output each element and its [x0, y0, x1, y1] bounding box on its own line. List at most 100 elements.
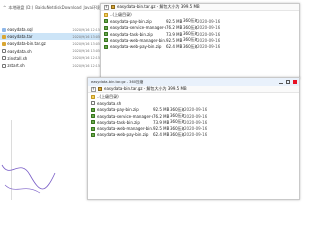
- file-name: zstart.sh: [7, 63, 25, 69]
- file-modified: 2020-09-16: [184, 107, 208, 113]
- list-item[interactable]: easydata.sh 2020/9/16 13:05: [0, 48, 100, 55]
- file-name: ..(上级目录): [110, 12, 132, 18]
- arrow-up-icon[interactable]: ↑: [91, 86, 96, 92]
- file-date: 2020/9/16 13:05: [72, 34, 100, 39]
- list-item[interactable]: easydata-bin.tar.gz 2020/9/16 13:05: [0, 40, 100, 47]
- folder-icon: [104, 13, 108, 18]
- breadcrumb-subfolder[interactable]: Java环境: [84, 5, 100, 11]
- list-item[interactable]: zstart.sh 2020/9/16 12:15: [0, 62, 100, 69]
- zip-file-icon: [91, 132, 95, 137]
- script-file-icon: [2, 56, 6, 61]
- file-type: 360压缩 ZIP: [170, 119, 184, 125]
- file-icon: [2, 27, 6, 32]
- zip-file-icon: [91, 120, 95, 125]
- file-modified: 2020-09-16: [197, 44, 221, 50]
- file-date: 2020/9/16 13:05: [72, 41, 100, 46]
- file-modified: 2020-09-16: [184, 126, 208, 132]
- script-file-icon: [2, 49, 6, 54]
- file-name: easydata.sql: [7, 27, 33, 33]
- minimize-icon[interactable]: [279, 80, 283, 84]
- file-size: 62.4 MB: [153, 132, 170, 138]
- file-modified: 2020-09-16: [197, 37, 221, 43]
- breadcrumb[interactable]: ^ 本地磁盘 (D:) BaiduNetdiskDownload Java环境: [0, 4, 100, 11]
- archive-icon: [2, 34, 6, 39]
- archive-window-back[interactable]: ↑ easydata-bin.tar.gz - 解包大小为 399.5 MB .…: [100, 3, 300, 79]
- file-name: easydata-web-pay-bin.zip: [97, 132, 149, 138]
- zip-file-icon: [91, 107, 95, 112]
- zip-file-icon: [104, 19, 108, 24]
- list-item[interactable]: easydata-web-pay-bin.zip 62.4 MB 360压缩 Z…: [88, 132, 299, 138]
- archive-icon: [2, 41, 6, 46]
- file-date: 2020/9/16 12:15: [72, 56, 100, 61]
- archive-icon: [111, 5, 115, 9]
- file-size: 73.9 MB: [153, 119, 170, 125]
- file-type: 360压缩 ZIP: [183, 37, 197, 43]
- maximize-icon[interactable]: [286, 79, 290, 84]
- file-type: 360压缩 ZIP: [170, 131, 184, 137]
- file-type: 360压缩 ZIP: [183, 18, 197, 24]
- zip-file-icon: [104, 32, 108, 37]
- zip-file-icon: [104, 38, 108, 43]
- file-date: 2020/9/16 13:05: [72, 49, 100, 54]
- zip-file-icon: [91, 114, 95, 119]
- file-type: 360压缩 ZIP: [183, 31, 197, 37]
- file-name: zinstall.sh: [7, 55, 28, 61]
- file-name: easydata-service-manager-distbo-bin.zip: [110, 25, 166, 31]
- archive-window-front[interactable]: easydata-bin.tar.gz - 360压缩 ↑ easydata-b…: [87, 77, 300, 200]
- file-modified: 2020-09-16: [184, 113, 208, 119]
- list-item-selected[interactable]: easydata.tar 2020/9/16 13:05: [0, 33, 100, 41]
- file-name: easydata-pay-bin.zip: [110, 18, 152, 24]
- archive-file-list: ..(上级目录) easydata-pay-bin.zip 92.5 MB 36…: [101, 11, 299, 50]
- file-name: easydata-web-manager-bin.zip: [97, 126, 153, 132]
- file-name: easydata.tar: [7, 34, 33, 40]
- archive-file-list: ..(上级目录) easydata.sh easydata-pay-bin.zi…: [88, 93, 299, 138]
- file-name: easydata.sh: [7, 48, 32, 54]
- list-item[interactable]: easydata-web-pay-bin.zip 62.4 MB 360压缩 Z…: [101, 43, 299, 49]
- zip-file-icon: [91, 126, 95, 131]
- window-title: easydata-bin.tar.gz - 360压缩: [91, 79, 144, 84]
- archive-path-bar: ↑ easydata-bin.tar.gz - 解包大小为 399.5 MB: [101, 4, 299, 11]
- file-modified: 2020-09-16: [184, 119, 208, 125]
- file-name: easydata-service-manager-distbo-bin.zip: [97, 113, 153, 119]
- file-size: 92.5 MB: [166, 37, 183, 43]
- file-size: 92.5 MB: [166, 18, 183, 24]
- file-name: easydata.sh: [97, 100, 122, 106]
- archive-icon: [98, 87, 102, 91]
- file-type: 360压缩 ZIP: [183, 24, 197, 30]
- close-icon[interactable]: [293, 79, 297, 84]
- file-name: easydata-pay-bin.zip: [97, 107, 139, 113]
- archive-path: easydata-bin.tar.gz - 解包大小为 399.5 MB: [117, 4, 200, 9]
- file-type: 360压缩 ZIP: [170, 106, 184, 112]
- file-date: 2020/9/16 12:15: [72, 27, 100, 32]
- zip-file-icon: [104, 44, 108, 49]
- file-name: easydata-task-bin.zip: [110, 31, 153, 37]
- pen-annotation-scribble: [1, 164, 56, 194]
- zip-file-icon: [104, 25, 108, 30]
- file-date: 2020/9/16 12:15: [72, 63, 100, 68]
- file-name: easydata-web-manager-bin.zip: [110, 37, 166, 43]
- file-size: 76.2 MB: [153, 113, 170, 119]
- window-titlebar[interactable]: easydata-bin.tar.gz - 360压缩: [88, 78, 299, 86]
- file-modified: 2020-09-16: [184, 132, 208, 138]
- list-item[interactable]: zinstall.sh 2020/9/16 12:15: [0, 55, 100, 62]
- script-file-icon: [2, 63, 6, 68]
- file-name: easydata-web-pay-bin.zip: [110, 44, 162, 50]
- breadcrumb-drive[interactable]: 本地磁盘 (D:): [8, 5, 33, 11]
- file-modified: 2020-09-16: [197, 18, 221, 24]
- list-item[interactable]: easydata.sql 2020/9/16 12:15: [0, 26, 100, 33]
- breadcrumb-folder[interactable]: BaiduNetdiskDownload: [35, 5, 81, 10]
- file-name: easydata-bin.tar.gz: [7, 41, 46, 47]
- file-name: ..(上级目录): [97, 94, 119, 100]
- file-name: easydata-task-bin.zip: [97, 119, 140, 125]
- file-size: 62.4 MB: [166, 44, 183, 50]
- file-size: 76.2 MB: [166, 25, 183, 31]
- breadcrumb-up[interactable]: ^: [3, 5, 6, 10]
- folder-icon: [91, 95, 95, 100]
- archive-path-bar: ↑ easydata-bin.tar.gz - 解包大小为 399.5 MB: [88, 86, 299, 93]
- script-file-icon: [91, 101, 95, 106]
- file-modified: 2020-09-16: [197, 25, 221, 31]
- window-controls: [279, 79, 297, 84]
- file-size: 92.5 MB: [153, 107, 170, 113]
- arrow-up-icon[interactable]: ↑: [104, 4, 109, 10]
- file-type: 360压缩 ZIP: [170, 113, 184, 119]
